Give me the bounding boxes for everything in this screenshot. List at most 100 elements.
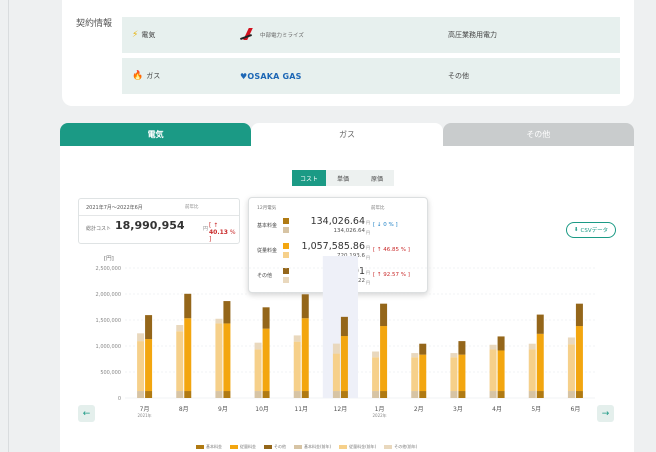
bar-previous: [372, 351, 380, 358]
bar-current: [380, 303, 388, 327]
contract-utility: ⚡ 電気: [132, 30, 155, 40]
legend-swatch: [294, 445, 302, 449]
change-value: 40.13: [209, 229, 228, 236]
bar-previous: [489, 391, 497, 398]
bar-current: [419, 343, 427, 355]
legend-item[interactable]: 従量料金: [230, 444, 256, 450]
prev-period-button[interactable]: ←: [78, 405, 95, 422]
legend-item[interactable]: その他: [264, 444, 286, 450]
legend-label: その他: [274, 444, 286, 449]
x-tick-label: 3月: [453, 406, 463, 413]
legend-item[interactable]: 従量料金(前年): [339, 444, 376, 450]
y-tick-label: 500,000: [100, 370, 121, 376]
bar-previous: [567, 337, 575, 345]
legend-swatch: [384, 445, 393, 449]
segment-cost-price[interactable]: 原価: [360, 170, 394, 186]
tab-other[interactable]: その他: [442, 123, 634, 146]
bar-current: [419, 354, 427, 392]
contract-plan: 高圧業務用電力: [448, 31, 497, 39]
contract-utility: 🔥 ガス: [132, 71, 160, 81]
segment-cost[interactable]: コスト: [292, 170, 326, 186]
bar-previous: [332, 353, 340, 392]
bar-current: [340, 336, 348, 392]
swatch-previous: [283, 227, 289, 233]
bar-previous: [411, 357, 419, 392]
contract-info-card: 契約情報 ⚡ 電気 中部電力ミライズ 高圧業務用電力 🔥 ガス ♥OSAKA G…: [62, 0, 634, 106]
next-period-button[interactable]: →: [597, 405, 614, 422]
bar-previous: [489, 344, 497, 350]
monthly-cost-chart: [円] 2,500,000 2,000,000 1,500,000 1,000,000 5…: [96, 255, 595, 418]
bar-current: [419, 391, 427, 398]
bar-previous: [215, 318, 223, 324]
flame-icon: 🔥: [132, 71, 144, 81]
bar-previous: [137, 391, 145, 398]
bar-current: [340, 316, 348, 337]
bar-current: [536, 391, 544, 398]
bar-previous: [489, 349, 497, 392]
y-tick-label: 2,500,000: [96, 266, 121, 272]
bar-previous: [137, 341, 145, 392]
bolt-icon: ⚡: [132, 30, 139, 40]
bar-current: [145, 315, 153, 340]
legend-label: 従量料金: [240, 444, 256, 449]
popover-current-value: 1,057,585.86: [301, 241, 365, 252]
bar-current: [223, 301, 231, 324]
popover-unit: 円: [366, 245, 370, 250]
bar-current: [575, 326, 583, 392]
x-tick-label: 1月: [375, 406, 385, 413]
bar-current: [458, 354, 466, 392]
bar-current: [184, 391, 192, 398]
bar-previous: [450, 353, 458, 358]
bar-current: [184, 293, 192, 319]
osaka-gas-logo: ♥OSAKA GAS: [240, 71, 302, 81]
legend-label: 従量料金(前年): [349, 444, 377, 449]
bar-previous: [332, 391, 340, 398]
popover-previous-value: 134,026.64: [333, 228, 366, 234]
legend-item[interactable]: 基本料金: [196, 444, 222, 450]
popover-header: 12月電気: [257, 206, 277, 211]
change-prefix: [ ↑: [209, 222, 219, 229]
bar-previous: [293, 335, 301, 342]
bar-previous: [567, 391, 575, 398]
bar-previous: [254, 349, 262, 392]
popover-unit: 円: [366, 220, 370, 225]
bar-current: [145, 339, 153, 392]
segment-unit-price[interactable]: 単価: [326, 170, 360, 186]
tab-electricity[interactable]: 電気: [60, 123, 252, 151]
contract-title: 契約情報: [76, 19, 113, 29]
bar-current: [262, 307, 270, 329]
x-tick-sublabel: 2022年: [372, 412, 386, 418]
x-tick-label: 5月: [531, 406, 541, 413]
summary-box: 2021年7月〜2022年6月 前年比 総計コスト 18,990,954 円 […: [78, 198, 240, 244]
bar-current: [380, 326, 388, 392]
y-axis-label: [円]: [104, 255, 114, 262]
popover-compare-header: 前年比: [371, 206, 385, 211]
tab-gas[interactable]: ガス: [251, 123, 443, 146]
legend-item[interactable]: 基本料金(前年): [294, 444, 331, 450]
legend-swatch: [264, 445, 272, 449]
csv-download-button[interactable]: ⬇ CSVデータ: [566, 222, 616, 238]
popover-row-base: 基本料金 134,026.64 円 134,026.64 円 [ ↓ 0 % ]: [249, 214, 427, 236]
legend-swatch: [339, 445, 348, 449]
bar-current: [497, 391, 505, 398]
popover-change: [ ↓ 0 % ]: [373, 222, 398, 228]
bar-current: [458, 391, 466, 398]
bar-current: [301, 391, 309, 398]
summary-compare-header: 前年比: [185, 205, 199, 210]
legend-swatch: [196, 445, 204, 449]
legend-item[interactable]: その他(前年): [384, 444, 417, 450]
x-tick-label: 8月: [179, 406, 189, 413]
bar-current: [575, 303, 583, 327]
bar-previous: [528, 343, 536, 350]
x-tick-label: 10月: [255, 406, 269, 413]
bar-current: [536, 314, 544, 334]
y-tick-label: 1,000,000: [96, 344, 121, 350]
bar-previous: [450, 391, 458, 398]
popover-unit: 円: [366, 230, 370, 235]
bar-previous: [176, 324, 184, 332]
bar-current: [223, 391, 231, 398]
bar-current: [262, 328, 270, 392]
y-tick-label: 2,000,000: [96, 292, 121, 298]
total-cost-change: [ ↑ 40.13 % ]: [209, 222, 239, 243]
bar-current: [145, 391, 153, 398]
